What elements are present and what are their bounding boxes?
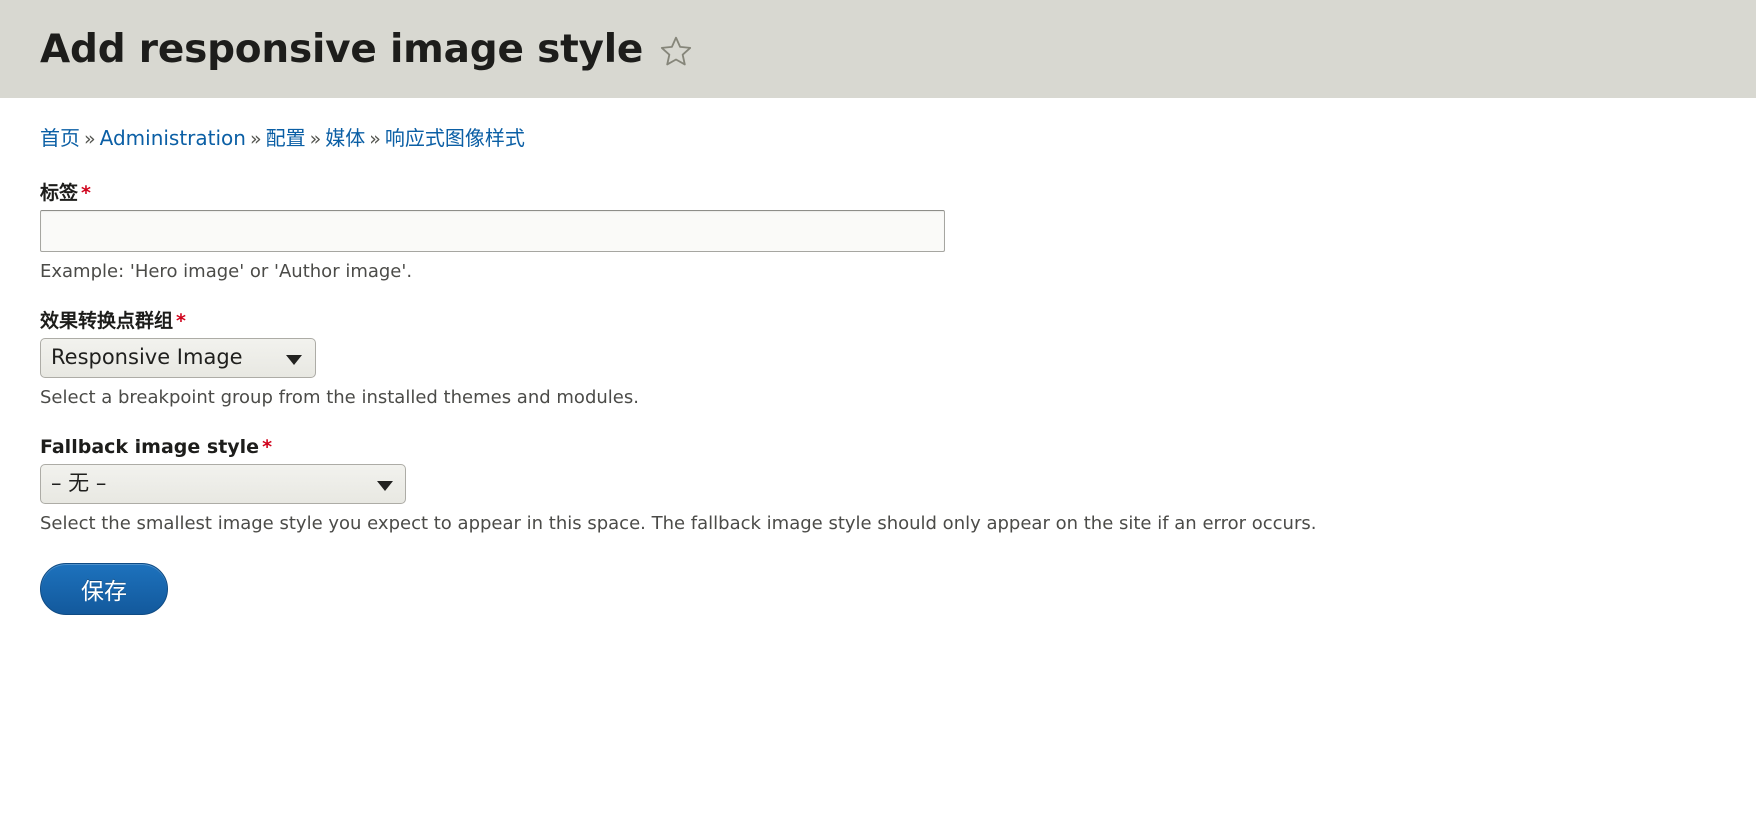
form-item-label: 标签 * — [40, 181, 1716, 253]
save-button[interactable]: 保存 — [40, 562, 168, 615]
fallback-image-style-description: Select the smallest image style you expe… — [40, 513, 1317, 535]
fallback-image-style-label-text: Fallback image style — [40, 435, 260, 458]
breadcrumb-separator: » — [249, 128, 262, 150]
label-field-label: 标签 * — [40, 181, 1716, 206]
fallback-image-style-select[interactable]: – 无 – — [40, 464, 406, 505]
breadcrumb-item-responsive-image-styles[interactable]: 响应式图像样式 — [385, 126, 525, 150]
form-actions: 保存 — [40, 562, 1716, 615]
required-marker: * — [262, 435, 272, 458]
responsive-image-style-form: 标签 * Example: 'Hero image' or 'Author ima… — [40, 181, 1716, 615]
form-item-breakpoint-group: 效果转换点群组 * Responsive Image — [40, 309, 1716, 379]
star-outline-icon[interactable] — [659, 34, 693, 68]
breadcrumb-item-administration[interactable]: Administration — [100, 126, 246, 150]
breadcrumb-separator: » — [309, 128, 322, 150]
label-field-label-text: 标签 — [40, 181, 79, 204]
label-input[interactable] — [40, 210, 945, 253]
breadcrumb-item-media[interactable]: 媒体 — [325, 126, 365, 150]
breakpoint-group-label-text: 效果转换点群组 — [40, 309, 174, 332]
page-header: Add responsive image style — [0, 0, 1756, 98]
breadcrumb-separator: » — [369, 128, 381, 150]
form-item-fallback-image-style: Fallback image style * – 无 – — [40, 435, 1716, 505]
breadcrumb-item-home[interactable]: 首页 — [40, 126, 80, 150]
required-marker: * — [81, 181, 91, 204]
breadcrumb: 首页» Administration» 配置» 媒体» 响应式图像样式 — [40, 98, 1716, 151]
breakpoint-group-select-wrap: Responsive Image — [40, 338, 316, 379]
required-marker: * — [176, 309, 186, 332]
fallback-image-style-select-wrap: – 无 – — [40, 464, 406, 505]
breadcrumb-item-configuration[interactable]: 配置 — [266, 126, 306, 150]
page-title-wrap: Add responsive image style — [40, 30, 693, 69]
breakpoint-group-description: Select a breakpoint group from the insta… — [40, 387, 639, 409]
page-title: Add responsive image style — [40, 26, 644, 72]
fallback-image-style-label: Fallback image style * — [40, 435, 1716, 460]
breakpoint-group-select[interactable]: Responsive Image — [40, 338, 316, 379]
label-field-description: Example: 'Hero image' or 'Author image'. — [40, 261, 413, 283]
breakpoint-group-label: 效果转换点群组 * — [40, 309, 1716, 334]
breadcrumb-separator: » — [84, 128, 96, 150]
page-content: 首页» Administration» 配置» 媒体» 响应式图像样式 标签 * Exam… — [0, 98, 1756, 615]
